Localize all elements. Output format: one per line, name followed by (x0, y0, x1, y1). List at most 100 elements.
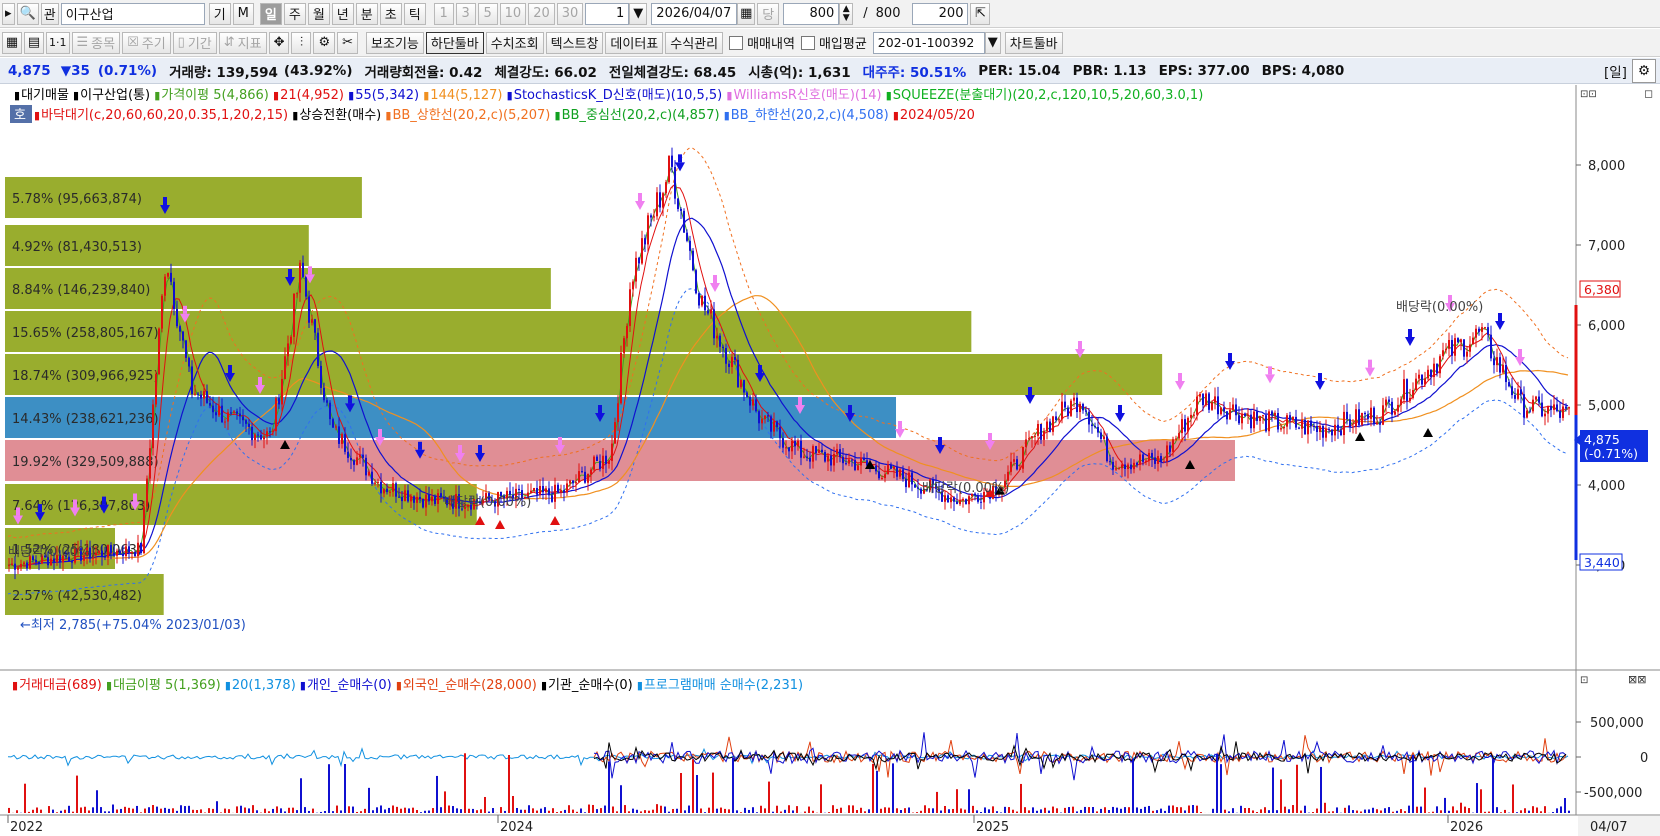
stock-name-input[interactable]: 이구산업 (60, 2, 205, 25)
tool-button-0[interactable]: 보조기능 (366, 31, 424, 54)
legend-entry[interactable]: 프로그램매매 순매수(2,231) (644, 678, 803, 693)
interval-button-20[interactable]: 20 (528, 2, 555, 25)
legend-entry[interactable]: 외국인_순매수(28,000) (403, 678, 537, 693)
checkbox-box[interactable] (800, 35, 815, 50)
disabled-button-1[interactable]: ☒ 주기 (122, 31, 171, 54)
gi-button[interactable]: 기 (208, 2, 231, 25)
legend-entry[interactable]: 개인_순매수(0) (307, 678, 392, 693)
tool-button-3[interactable]: 텍스트창 (545, 31, 604, 54)
checkbox-box[interactable] (729, 35, 744, 50)
tool-button-2[interactable]: 수치조회 (485, 31, 544, 54)
trading-value-bar (276, 806, 278, 813)
trading-value-bar (1068, 807, 1070, 813)
count-input[interactable]: 1 (585, 2, 630, 25)
tool-button-4[interactable]: 데이터표 (605, 31, 664, 54)
legend-entry[interactable]: 가격이평 5(4,866) (161, 88, 269, 103)
avg-checkbox[interactable]: 매입평균 (800, 33, 867, 52)
trading-value-bar (1144, 806, 1146, 813)
view-count-input[interactable]: 800 (783, 2, 840, 25)
legend-entry[interactable]: 144(5,127) (430, 88, 502, 103)
disabled-button-2[interactable]: ▯ 기간 (172, 31, 217, 54)
interval-button-5[interactable]: 5 (477, 2, 498, 25)
apply-icon[interactable]: ⇱ (970, 2, 991, 25)
subpane-close-icon[interactable]: ⊠⊠ (1628, 673, 1646, 686)
bps: BPS: 4,080 (1261, 62, 1345, 79)
legend-entry[interactable]: 상승전환(매수) (299, 108, 381, 123)
tool-button-1[interactable]: 하단툴바 (425, 31, 484, 54)
account-select[interactable]: 202-01-100392 (872, 31, 985, 54)
legend-entry[interactable]: WilliamsR신호(매도)(14) (733, 88, 881, 103)
legend-entry[interactable]: StochasticsK_D신호(매도)(10,5,5) (514, 88, 723, 103)
candle-body (1100, 432, 1102, 440)
sell-signal-shaft (183, 305, 187, 314)
period-tab-4[interactable]: 분 (355, 2, 378, 25)
search-button[interactable]: 🔍 (16, 2, 39, 25)
period-tab-2[interactable]: 월 (307, 2, 330, 25)
grid-icon[interactable]: ▦ (2, 31, 22, 54)
legend-entry[interactable]: 거래대금(689) (19, 678, 102, 693)
candle-body (110, 544, 112, 553)
stock-chart[interactable]: 5.78% (95,663,874) 4.92% (81,430,513) 8.84… (0, 85, 1660, 836)
legend-entry[interactable]: 이구산업(통) (80, 88, 150, 103)
tool-button-5[interactable]: 수식관리 (665, 31, 724, 54)
legend-entry[interactable]: 21(4,952) (280, 88, 344, 103)
candle-body (98, 550, 100, 553)
trading-value-bar (1488, 811, 1490, 813)
candle-body (842, 456, 844, 464)
prev-arrow-icon[interactable]: ▸ (2, 2, 15, 25)
subpane-size-icon[interactable]: ⊡ (1580, 675, 1588, 686)
legend-entry[interactable]: 20(1,378) (232, 678, 296, 693)
candle-body (1055, 416, 1057, 421)
candle-body (692, 250, 694, 271)
interval-button-30[interactable]: 30 (556, 2, 584, 25)
candle-body (257, 434, 259, 436)
candle-type-icon[interactable]: ⫶ (291, 31, 312, 54)
one-to-one-icon[interactable]: 1·1 (46, 31, 70, 54)
volume-profile-label: 15.65% (258,805,167) (12, 326, 159, 341)
layout-icon[interactable]: ▤ (24, 31, 44, 54)
candle-body (359, 454, 361, 458)
calendar-icon[interactable]: ▦ (737, 2, 756, 25)
legend-entry[interactable]: BB_상한선(20,2,c)(5,207) (392, 108, 550, 123)
sell-signal-shaft (133, 493, 137, 502)
legend-entry[interactable]: 바닥대기(c,20,60,60,20,0.35,1,20,2,15) (41, 108, 288, 123)
pane-size-icon[interactable]: ⊡⊡ (1580, 89, 1597, 100)
extra-count-input[interactable]: 200 (912, 2, 969, 25)
count-dropdown-icon[interactable]: ▼ (629, 2, 648, 25)
pane-close-icon[interactable]: ◻ (1644, 87, 1653, 100)
legend-entry[interactable]: BB_중심선(20,2,c)(4,857) (562, 108, 720, 123)
interval-button-3[interactable]: 3 (455, 2, 476, 25)
gear-icon[interactable]: ⚙ (313, 31, 336, 54)
interval-button-10[interactable]: 10 (499, 2, 527, 25)
trading-value-bar (412, 807, 414, 813)
account-dropdown-icon[interactable]: ▼ (984, 31, 1001, 54)
interval-button-1[interactable]: 1 (433, 2, 454, 25)
date-input[interactable]: 2026/04/07 (651, 2, 738, 25)
disabled-button-3[interactable]: ⇵ 지표 (218, 31, 267, 54)
stepper-icon[interactable]: ▲ ▼ (839, 2, 854, 25)
legend-entry[interactable]: SQUEEZE(분출대기)(20,2,c,120,10,5,20,60,3.0,… (893, 88, 1203, 103)
trading-value-bar (900, 809, 902, 813)
m-button[interactable]: M (232, 2, 254, 25)
period-tab-1[interactable]: 주 (283, 2, 306, 25)
disabled-button-0[interactable]: ☰ 종목 (71, 31, 121, 54)
ho-tag[interactable]: 호 (14, 108, 26, 123)
period-tab-0[interactable]: 일 (259, 2, 282, 25)
settings-icon[interactable]: ⚙ (1632, 58, 1656, 83)
trading-value-bar (784, 809, 786, 813)
crosshair-icon[interactable]: ✥ (268, 31, 290, 54)
dang-button[interactable]: 당 (757, 2, 780, 25)
legend-entry[interactable]: 2024/05/20 (900, 108, 975, 123)
trades-checkbox[interactable]: 매매내역 (729, 33, 795, 52)
period-tab-5[interactable]: 초 (379, 2, 402, 25)
relation-button[interactable]: 관 (40, 2, 59, 25)
legend-entry[interactable]: BB_하한선(20,2,c)(4,508) (731, 108, 889, 123)
tools-icon[interactable]: ✂ (337, 31, 359, 54)
legend-entry[interactable]: 대금이평 5(1,369) (113, 678, 221, 693)
legend-entry[interactable]: 대기매물 (21, 88, 69, 103)
chart-toolbar-button[interactable]: 차트툴바 (1004, 31, 1063, 54)
period-tab-3[interactable]: 년 (331, 2, 354, 25)
legend-entry[interactable]: 기관_순매수(0) (548, 678, 633, 693)
legend-entry[interactable]: 55(5,342) (355, 88, 419, 103)
period-tab-6[interactable]: 틱 (403, 2, 426, 25)
